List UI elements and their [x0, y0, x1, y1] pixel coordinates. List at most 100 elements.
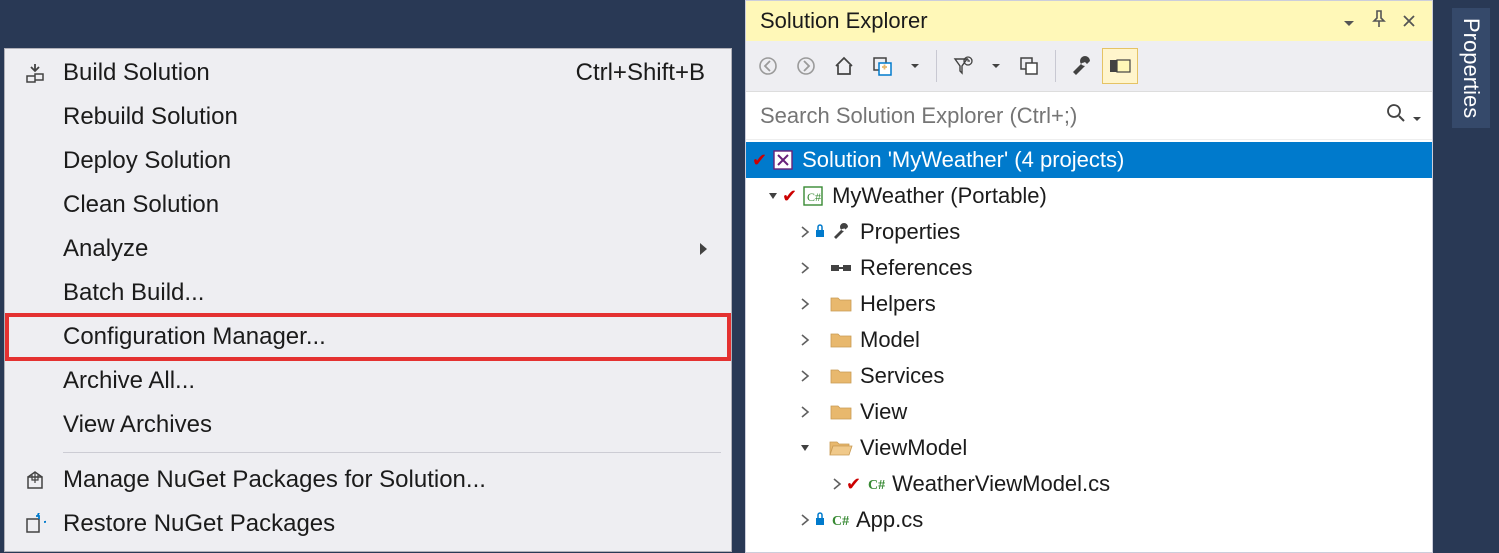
submenu-arrow-icon [699, 236, 709, 262]
expand-down-icon[interactable] [796, 442, 814, 454]
tree-label: WeatherViewModel.cs [892, 471, 1110, 497]
tree-label: Helpers [860, 291, 936, 317]
expand-right-icon[interactable] [796, 226, 814, 238]
home-icon[interactable] [826, 48, 862, 84]
lock-icon [814, 510, 826, 531]
tree-node-folder-services[interactable]: Services [746, 358, 1432, 394]
expand-right-icon[interactable] [796, 370, 814, 382]
svg-text:C#: C# [832, 514, 849, 529]
menu-label: Build Solution [63, 59, 576, 87]
svg-text:C#: C# [868, 478, 885, 493]
build-icon [7, 62, 63, 84]
expand-down-icon[interactable] [764, 190, 782, 202]
references-icon [828, 261, 854, 275]
search-dropdown-icon[interactable] [1412, 103, 1422, 129]
expand-right-icon[interactable] [828, 478, 846, 490]
tree-node-properties[interactable]: Properties [746, 214, 1432, 250]
menu-label: Rebuild Solution [63, 103, 705, 131]
csharp-file-icon: C# [828, 511, 854, 529]
menu-label: Manage NuGet Packages for Solution... [63, 466, 705, 494]
build-menu: Build Solution Ctrl+Shift+B Rebuild Solu… [4, 48, 732, 552]
tree-node-file-weatherviewmodel[interactable]: ✔ C# WeatherViewModel.cs [746, 466, 1432, 502]
menu-label: Archive All... [63, 367, 705, 395]
menu-item-analyze[interactable]: Analyze [7, 227, 729, 271]
menu-item-rebuild-solution[interactable]: Rebuild Solution [7, 95, 729, 139]
side-tab-label: Properties [1452, 8, 1490, 128]
tree-label: References [860, 255, 973, 281]
search-icon[interactable] [1386, 103, 1406, 129]
menu-label: Deploy Solution [63, 147, 705, 175]
menu-item-manage-nuget[interactable]: Manage NuGet Packages for Solution... [7, 458, 729, 502]
pending-changes-filter-icon[interactable] [945, 48, 981, 84]
tree-node-references[interactable]: References [746, 250, 1432, 286]
menu-item-configuration-manager[interactable]: Configuration Manager... [7, 315, 729, 359]
panel-title-text: Solution Explorer [760, 8, 1334, 34]
menu-item-view-archives[interactable]: View Archives [7, 403, 729, 447]
nav-back-icon[interactable] [750, 48, 786, 84]
panel-toolbar [746, 41, 1432, 92]
tree-label: Services [860, 363, 944, 389]
solution-icon [770, 149, 796, 171]
search-input[interactable] [760, 103, 1386, 129]
sync-views-icon[interactable] [864, 48, 900, 84]
close-icon[interactable] [1394, 8, 1424, 34]
menu-label: Clean Solution [63, 191, 705, 219]
tree-node-solution[interactable]: ✔ Solution 'MyWeather' (4 projects) [746, 142, 1432, 178]
csharp-project-icon: C# [800, 186, 826, 206]
menu-shortcut: Ctrl+Shift+B [576, 59, 705, 87]
menu-item-deploy-solution[interactable]: Deploy Solution [7, 139, 729, 183]
folder-icon [828, 367, 854, 385]
tree-node-project[interactable]: ✔ C# MyWeather (Portable) [746, 178, 1432, 214]
tree-label: MyWeather (Portable) [832, 183, 1047, 209]
tree-node-file-app[interactable]: C# App.cs [746, 502, 1432, 538]
pin-icon[interactable] [1364, 8, 1394, 34]
expand-right-icon[interactable] [796, 334, 814, 346]
properties-icon[interactable] [1064, 48, 1100, 84]
dropdown-icon[interactable] [983, 48, 1009, 84]
menu-separator [63, 452, 721, 453]
checkmark-icon: ✔ [782, 186, 797, 207]
tree-node-folder-view[interactable]: View [746, 394, 1432, 430]
tree-label: Solution 'MyWeather' (4 projects) [802, 147, 1124, 173]
expand-right-icon[interactable] [796, 406, 814, 418]
preview-selected-icon[interactable] [1102, 48, 1138, 84]
show-all-files-icon[interactable] [1011, 48, 1047, 84]
solution-tree: ✔ Solution 'MyWeather' (4 projects) ✔ C#… [746, 140, 1432, 540]
menu-item-build-solution[interactable]: Build Solution Ctrl+Shift+B [7, 51, 729, 95]
menu-item-clean-solution[interactable]: Clean Solution [7, 183, 729, 227]
tree-node-folder-helpers[interactable]: Helpers [746, 286, 1432, 322]
menu-item-archive-all[interactable]: Archive All... [7, 359, 729, 403]
expand-right-icon[interactable] [796, 262, 814, 274]
menu-item-batch-build[interactable]: Batch Build... [7, 271, 729, 315]
expand-right-icon[interactable] [796, 514, 814, 526]
package-icon [7, 469, 63, 491]
checkmark-icon: ✔ [846, 474, 861, 495]
wrench-icon [828, 222, 854, 242]
checkmark-icon: ✔ [752, 150, 767, 171]
menu-label: Analyze [63, 235, 705, 263]
menu-item-restore-nuget[interactable]: Restore NuGet Packages [7, 502, 729, 546]
menu-label: Restore NuGet Packages [63, 510, 705, 538]
tree-label: Model [860, 327, 920, 353]
tree-label: Properties [860, 219, 960, 245]
solution-explorer-panel: Solution Explorer [745, 0, 1433, 553]
lock-icon [814, 222, 826, 243]
tree-node-folder-model[interactable]: Model [746, 322, 1432, 358]
restore-icon [7, 513, 63, 535]
tree-label: View [860, 399, 907, 425]
csharp-file-icon: C# [864, 475, 890, 493]
folder-icon [828, 295, 854, 313]
folder-icon [828, 331, 854, 349]
nav-forward-icon[interactable] [788, 48, 824, 84]
tree-label: ViewModel [860, 435, 967, 461]
panel-titlebar: Solution Explorer [746, 1, 1432, 41]
tree-node-folder-viewmodel[interactable]: ViewModel [746, 430, 1432, 466]
expand-right-icon[interactable] [796, 298, 814, 310]
menu-label: Batch Build... [63, 279, 705, 307]
folder-open-icon [828, 439, 854, 457]
properties-side-tab[interactable]: Properties [1443, 0, 1499, 553]
dropdown-icon[interactable] [902, 48, 928, 84]
window-menu-dropdown-icon[interactable] [1334, 8, 1364, 34]
search-bar[interactable] [746, 92, 1432, 140]
folder-icon [828, 403, 854, 421]
